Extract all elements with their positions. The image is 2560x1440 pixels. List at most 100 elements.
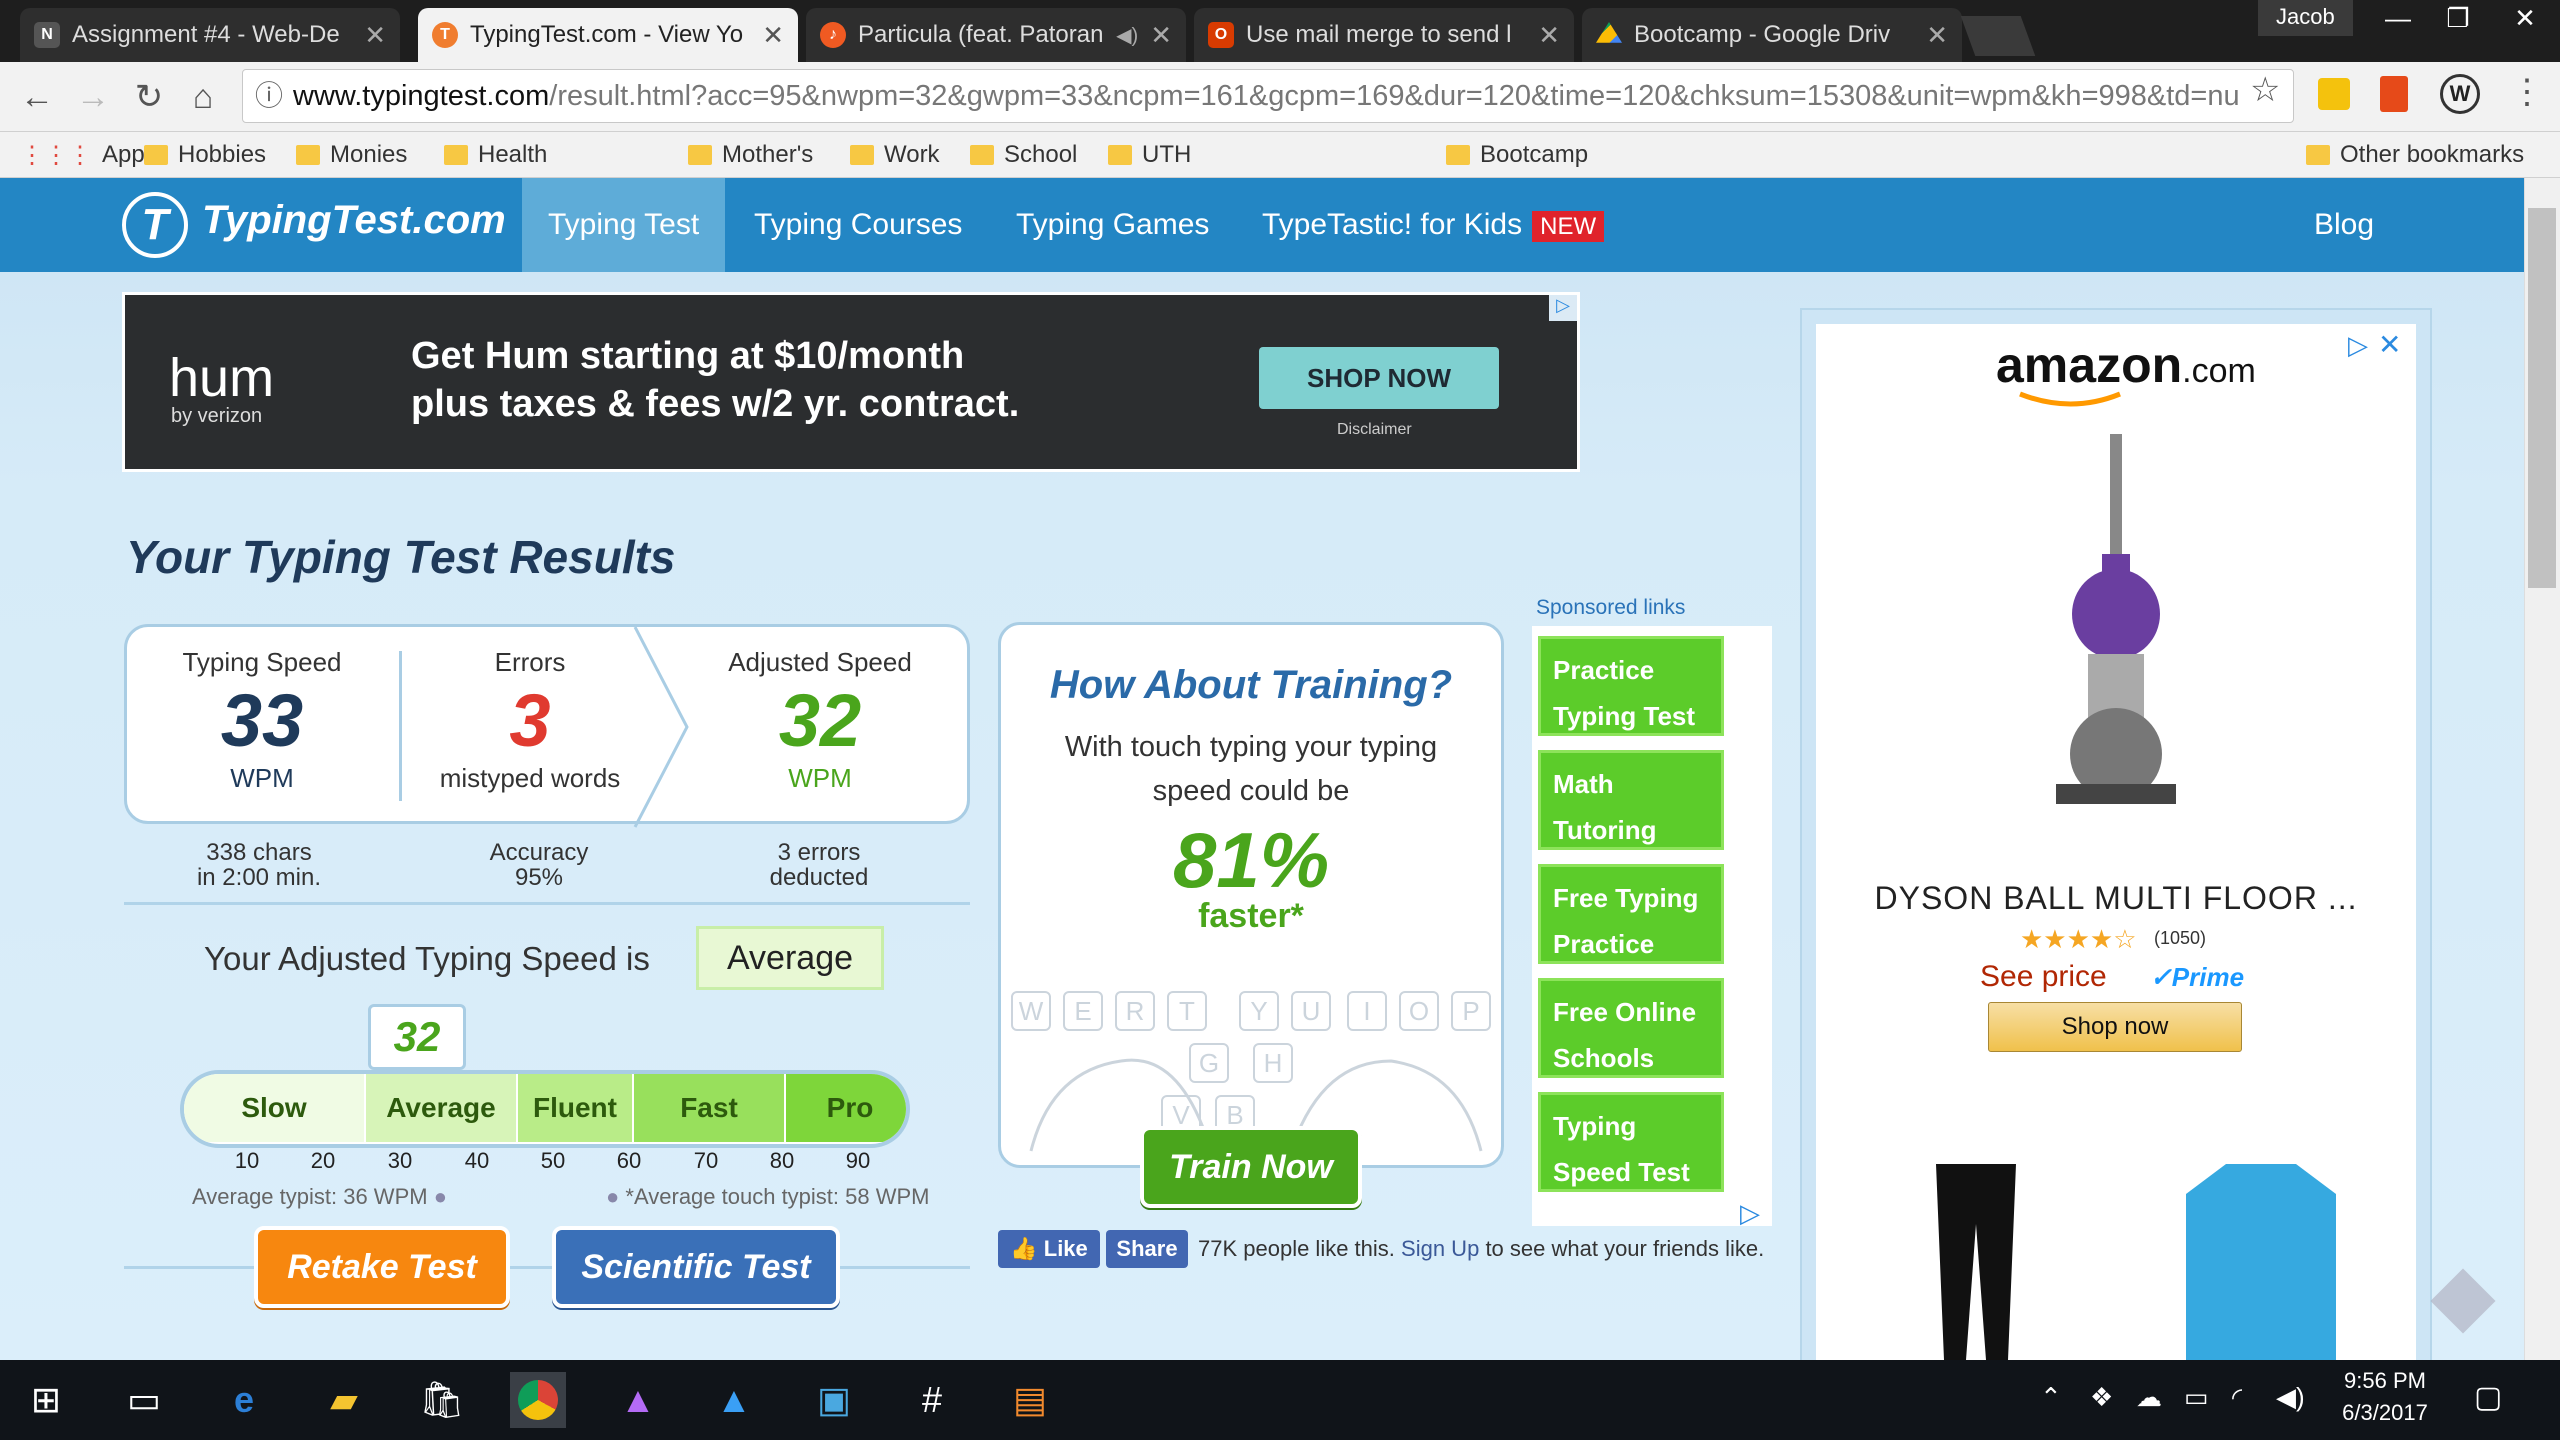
tray-chevron-icon[interactable]: ⌃ <box>2040 1382 2062 1413</box>
facebook-like-button[interactable]: 👍 Like <box>998 1230 1100 1268</box>
app-window-icon[interactable]: ▣ <box>806 1372 862 1428</box>
bookmark-health[interactable]: Health <box>444 136 547 174</box>
bookmark-other[interactable]: Other bookmarks <box>2306 136 2524 174</box>
facebook-signup-link[interactable]: Sign Up <box>1401 1236 1479 1261</box>
hum-ad-banner[interactable]: hum by verizon Get Hum starting at $10/m… <box>122 292 1580 472</box>
wordpress-icon[interactable]: W <box>2440 74 2480 114</box>
bookmark-apps[interactable]: ⋮⋮⋮ Apps <box>20 136 157 174</box>
see-price[interactable]: See price <box>1980 960 2107 994</box>
sponsored-link[interactable]: Typing Speed Test <box>1538 1092 1724 1192</box>
scientific-test-button[interactable]: Scientific Test <box>552 1226 840 1308</box>
tick-label: 70 <box>693 1148 719 1173</box>
adchoices-icon[interactable]: ▷ <box>2348 330 2368 361</box>
tick-label: 50 <box>540 1148 566 1173</box>
facebook-share-button[interactable]: Share <box>1106 1230 1188 1268</box>
close-icon[interactable]: ✕ <box>762 20 784 51</box>
typing-speed-label: Typing Speed <box>182 647 342 677</box>
nav-typetastic[interactable]: TypeTastic! for Kids NEW <box>1236 178 1630 272</box>
logo-icon[interactable]: T <box>122 192 188 258</box>
scrollbar-thumb[interactable] <box>2528 208 2556 588</box>
task-view-icon[interactable]: ▭ <box>116 1372 172 1428</box>
onedrive-icon[interactable]: ☁ <box>2136 1382 2162 1413</box>
close-icon[interactable]: ✕ <box>1538 20 1560 51</box>
facebook-text: 77K people like this. Sign Up to see wha… <box>1198 1236 1765 1261</box>
tab-particula[interactable]: ♪ Particula (feat. Patoran ◀) ✕ <box>806 8 1186 62</box>
nav-typing-games[interactable]: Typing Games <box>990 178 1235 272</box>
new-tab-button[interactable] <box>1960 16 2036 56</box>
menu-icon[interactable]: ⋮ <box>2510 72 2544 112</box>
back-icon[interactable]: ← <box>14 74 60 120</box>
amazon-smile-icon <box>2019 391 2121 407</box>
nav-typing-courses[interactable]: Typing Courses <box>728 178 988 272</box>
edge-icon[interactable]: e <box>216 1372 272 1428</box>
close-ad-icon[interactable]: ✕ <box>2378 328 2401 361</box>
tab-mail-merge[interactable]: O Use mail merge to send l ✕ <box>1194 8 1574 62</box>
folder-icon <box>1108 145 1132 165</box>
office-extension-icon[interactable] <box>2380 76 2408 112</box>
errors-unit: mistyped words <box>439 763 621 793</box>
sponsored-link[interactable]: Free Typing Practice <box>1538 864 1724 964</box>
store-icon[interactable]: 🛍 <box>414 1372 470 1428</box>
tights-image <box>1936 1164 2016 1360</box>
folder-icon <box>688 145 712 165</box>
tab-assignment[interactable]: N Assignment #4 - Web-De ✕ <box>20 8 400 62</box>
tab-title: Bootcamp - Google Driv <box>1634 21 1891 48</box>
affinity-photo-icon[interactable]: ▲ <box>610 1372 666 1428</box>
bookmark-hobbies[interactable]: Hobbies <box>144 136 266 174</box>
typingtest-icon: T <box>432 22 458 48</box>
profile-button[interactable]: Jacob <box>2258 0 2353 36</box>
nav-blog[interactable]: Blog <box>2288 178 2400 272</box>
bookmark-school[interactable]: School <box>970 136 1077 174</box>
tab-typingtest[interactable]: T TypingTest.com - View Yo ✕ <box>418 8 798 62</box>
bookmark-work[interactable]: Work <box>850 136 940 174</box>
volume-icon[interactable]: ◀) <box>2276 1382 2305 1413</box>
adjusted-speed-unit: WPM <box>788 763 852 793</box>
amazon-ad[interactable]: amazon.com ▷ ✕ DYSON BALL MULTI FLOOR ..… <box>1816 324 2416 1360</box>
tick-label: 80 <box>769 1148 795 1173</box>
address-bar[interactable]: ⓘ www.typingtest.com/result.html?acc=95&… <box>242 69 2294 123</box>
wifi-icon[interactable]: ◜ <box>2232 1382 2242 1413</box>
sponsored-link[interactable]: Free Online Schools <box>1538 978 1724 1078</box>
star-icon[interactable]: ☆ <box>2250 70 2280 110</box>
file-explorer-icon[interactable]: ▰ <box>316 1372 372 1428</box>
minimize-icon[interactable]: — <box>2370 0 2426 36</box>
bookmark-uth[interactable]: UTH <box>1108 136 1191 174</box>
dropbox-icon[interactable]: ❖ <box>2090 1382 2113 1413</box>
close-icon[interactable]: ✕ <box>1150 20 1172 51</box>
reload-icon[interactable]: ↻ <box>126 74 172 120</box>
ad-disclaimer[interactable]: Disclaimer <box>1337 421 1412 439</box>
close-window-icon[interactable]: ✕ <box>2490 0 2560 36</box>
slack-icon[interactable]: # <box>904 1372 960 1428</box>
windows-start-icon[interactable]: ⊞ <box>18 1372 74 1428</box>
sublime-icon[interactable]: ▤ <box>1002 1372 1058 1428</box>
sponsored-link[interactable]: Practice Typing Test <box>1538 636 1724 736</box>
restore-icon[interactable]: ❐ <box>2430 0 2486 36</box>
retake-test-button[interactable]: Retake Test <box>254 1226 510 1308</box>
close-icon[interactable]: ✕ <box>1926 20 1948 51</box>
nav-typing-test[interactable]: Typing Test <box>522 178 726 272</box>
extension-keep-icon[interactable] <box>2318 78 2350 110</box>
sponsored-link[interactable]: Math Tutoring Websites <box>1538 750 1724 891</box>
chrome-icon[interactable] <box>510 1372 566 1428</box>
affinity-designer-icon[interactable]: ▲ <box>706 1372 762 1428</box>
forward-icon[interactable]: → <box>70 74 116 120</box>
tab-bootcamp[interactable]: Bootcamp - Google Driv ✕ <box>1582 8 1962 62</box>
action-center-icon[interactable]: ▢ <box>2474 1380 2502 1415</box>
ad-headline-2: plus taxes & fees w/2 yr. contract. <box>411 383 1020 425</box>
divider <box>124 1266 970 1269</box>
amazon-product-name[interactable]: DYSON BALL MULTI FLOOR ... <box>1816 880 2416 917</box>
adchoices-icon[interactable]: ▷ <box>1549 295 1577 321</box>
train-now-button[interactable]: Train Now <box>1140 1126 1362 1208</box>
amazon-shop-now-button[interactable]: Shop now <box>1988 1002 2242 1052</box>
gauge-pro: Pro <box>786 1074 906 1142</box>
adchoices-icon[interactable]: ▷ <box>1740 1198 1760 1229</box>
home-icon[interactable]: ⌂ <box>180 74 226 120</box>
battery-icon[interactable]: ▭ <box>2184 1382 2209 1413</box>
site-logo[interactable]: TypingTest.com <box>202 198 506 243</box>
bookmark-monies[interactable]: Monies <box>296 136 407 174</box>
bookmark-bootcamp[interactable]: Bootcamp <box>1446 136 1588 174</box>
close-icon[interactable]: ✕ <box>364 20 386 51</box>
bookmark-mothers[interactable]: Mother's <box>688 136 813 174</box>
ad-shop-now-button[interactable]: SHOP NOW <box>1259 347 1499 409</box>
clock[interactable]: 9:56 PM 6/3/2017 <box>2330 1368 2440 1426</box>
